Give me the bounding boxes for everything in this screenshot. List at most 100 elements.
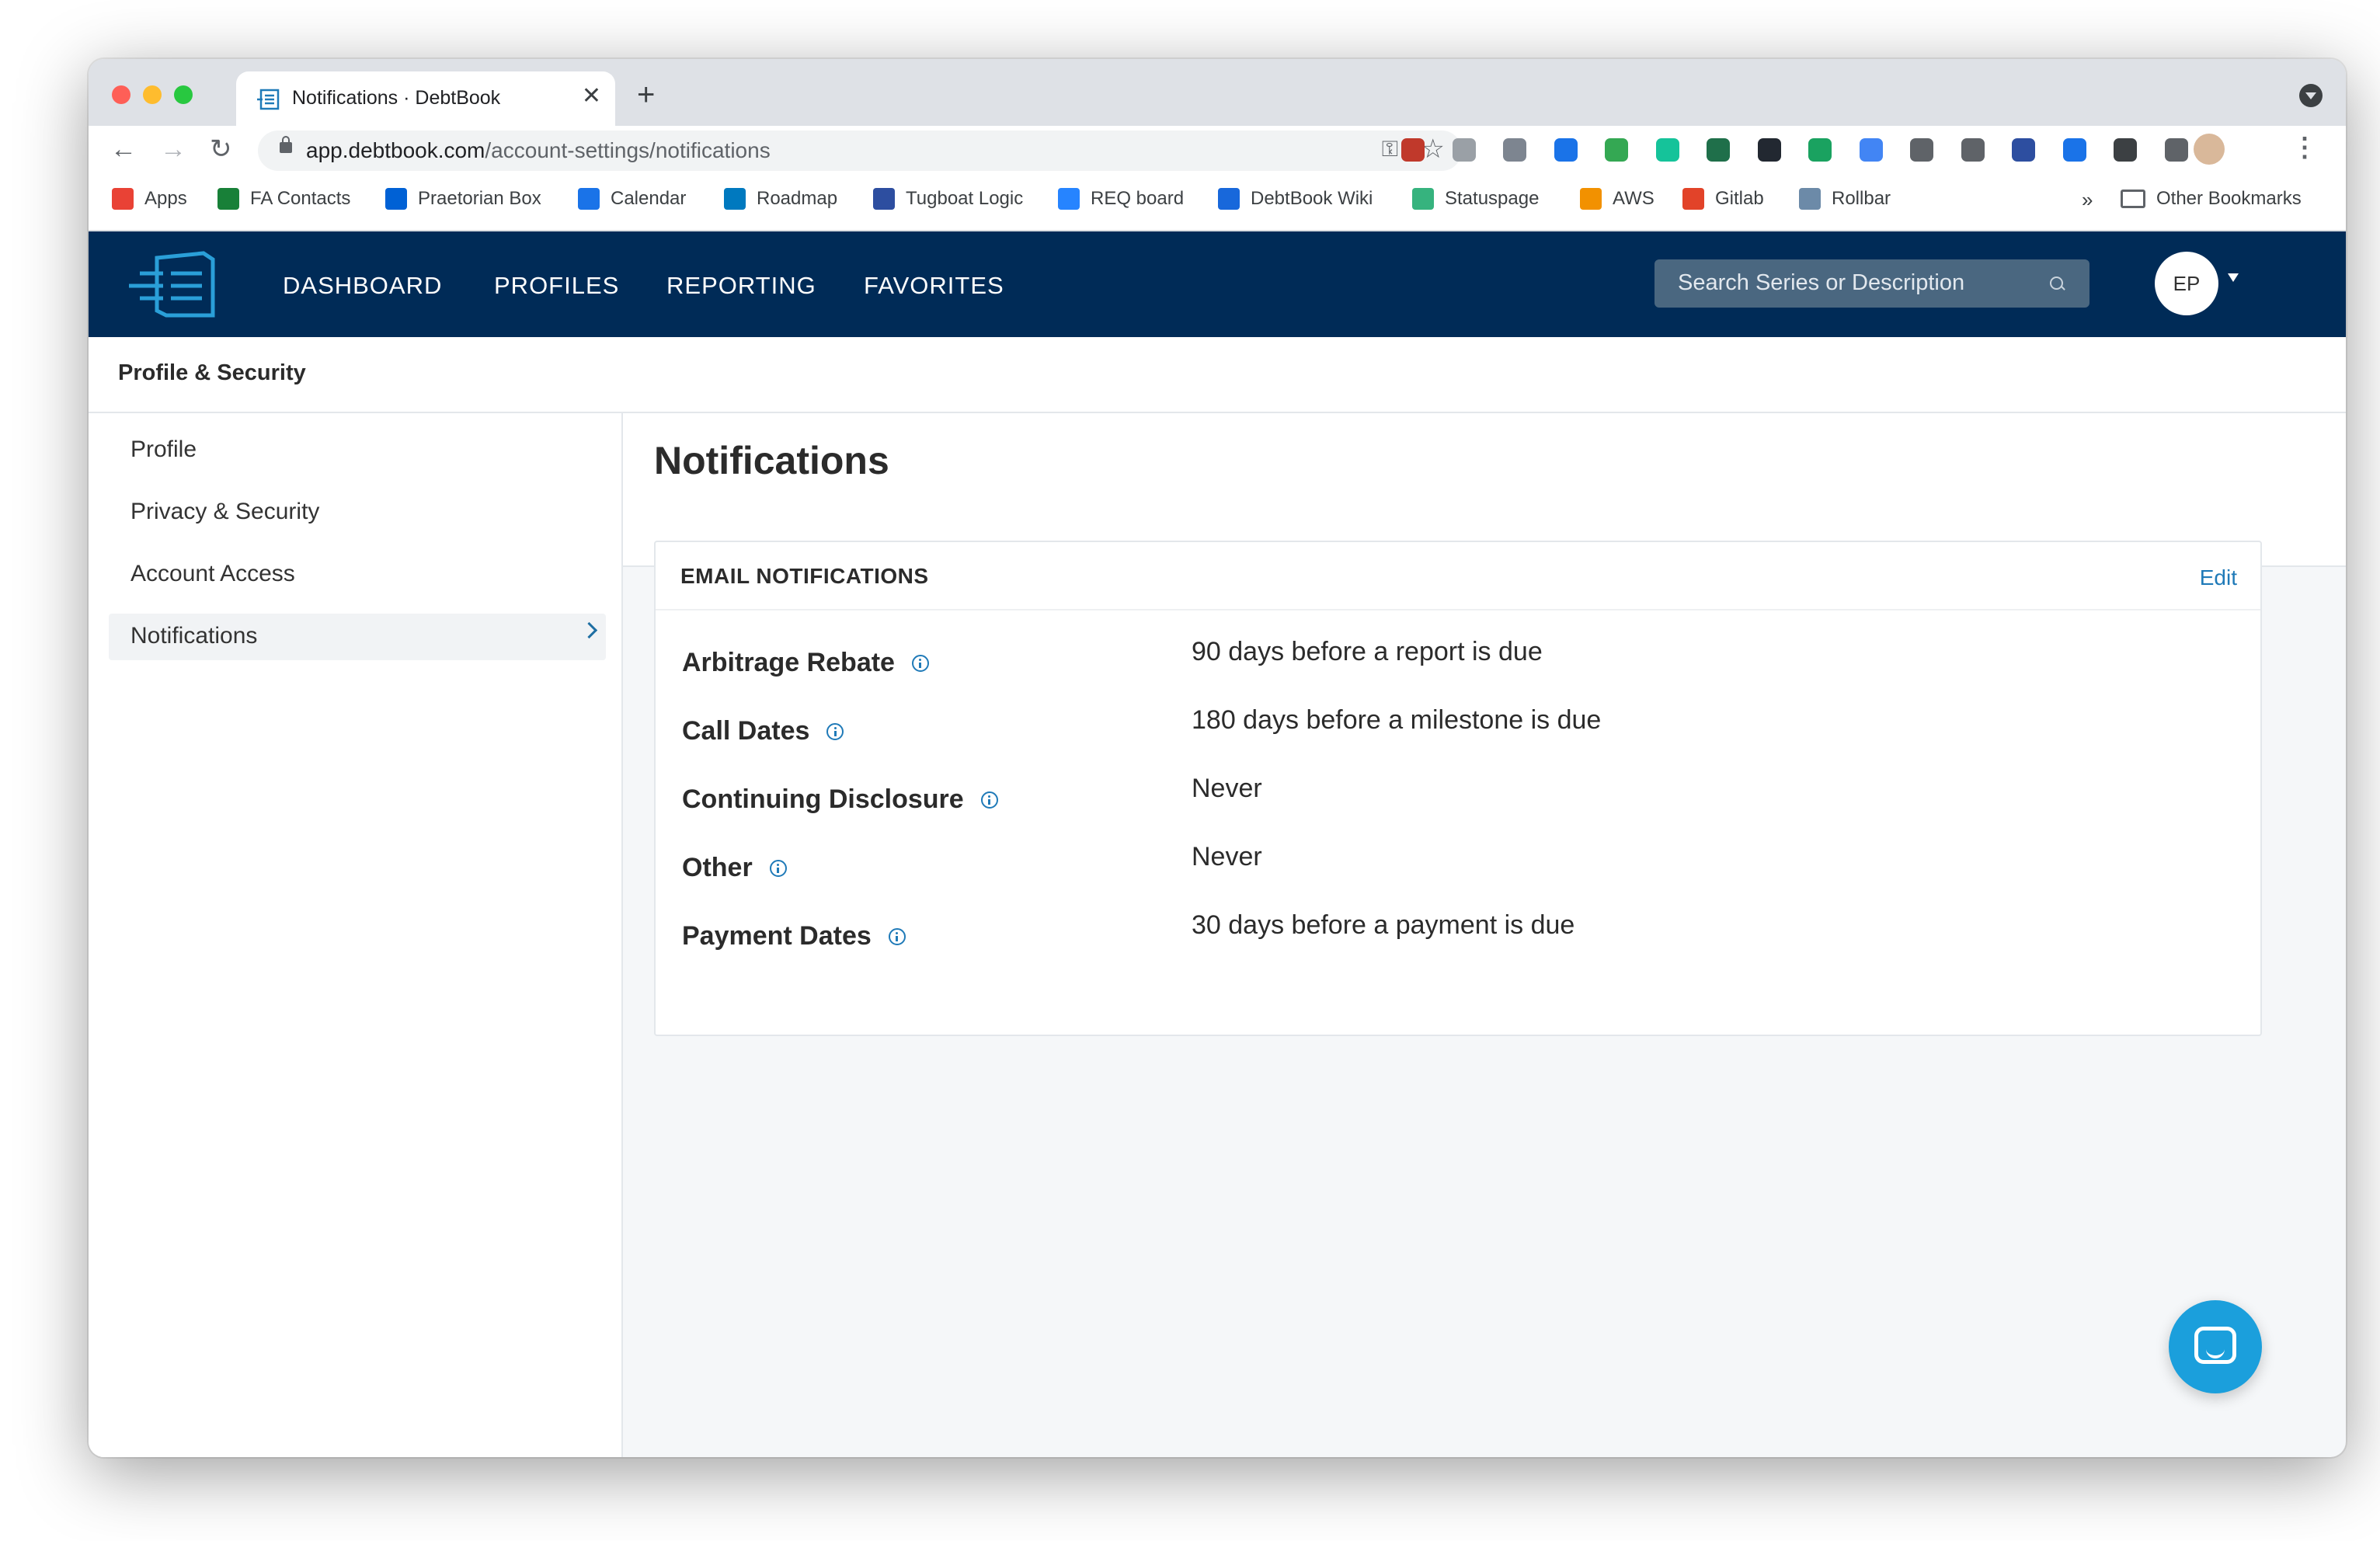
info-icon[interactable] [911,654,929,672]
grammarly-ext-icon[interactable] [1655,138,1679,162]
key-icon[interactable]: ⚿ [1382,137,1398,162]
folder-icon [2121,190,2145,208]
bookmark-praetorian-box[interactable]: Praetorian Box [385,188,541,210]
bookmark-label: Apps [144,188,187,209]
bookmark-label: Tugboat Logic [906,188,1024,209]
debtbook-logo-icon[interactable] [126,250,216,318]
brave-ext-icon[interactable] [2114,138,2137,162]
wordpress-ext-icon[interactable] [1910,138,1933,162]
other-bookmarks[interactable]: Other Bookmarks [2121,188,2302,210]
bookmarks-overflow-icon[interactable]: » [2082,188,2093,212]
url-text: app.debtbook.com/account-settings/notifi… [306,138,771,163]
nav-profiles[interactable]: PROFILES [494,272,619,300]
row-value-call-dates: 180 days before a milestone is due [1192,705,1602,735]
bookmark-label: Praetorian Box [418,188,541,209]
card-header: EMAIL NOTIFICATIONS Edit [656,542,2260,610]
forward-icon[interactable]: → [160,134,186,165]
browser-toolbar: ← → ↻ app.debtbook.com/account-settings/… [89,126,2346,174]
bookmark-gitlab[interactable]: Gitlab [1682,188,1764,210]
tab-search-icon[interactable] [2299,84,2323,107]
bookmark-label: DebtBook Wiki [1251,188,1373,209]
gear-ext-icon[interactable] [1503,138,1526,162]
puzzle-ext-icon[interactable] [2164,138,2188,162]
avatar[interactable]: EP [2155,252,2218,315]
bookmark-label: Calendar [611,188,687,209]
search-icon[interactable] [2050,277,2063,290]
browser-tab[interactable]: Notifications · DebtBook ✕ [236,71,615,126]
info-icon[interactable] [769,859,787,877]
sidebar-item-notifications[interactable]: Notifications [109,614,606,660]
bookmark-debtbook-wiki[interactable]: DebtBook Wiki [1218,188,1373,210]
chevron-down-icon[interactable] [2228,273,2239,282]
code-ext-icon[interactable] [1961,138,1985,162]
edit-button[interactable]: Edit [2200,565,2237,590]
nav-reporting[interactable]: REPORTING [666,272,816,300]
react-ext-icon[interactable] [1757,138,1781,162]
info-icon[interactable] [980,791,998,809]
bookmark-apps[interactable]: Apps [112,188,187,210]
search-placeholder: Search Series or Description [1678,270,1965,295]
info-icon[interactable] [826,722,844,740]
row-label-continuing-disclosure: Continuing Disclosure [682,784,998,815]
nav-favorites[interactable]: FAVORITES [864,272,1004,300]
drive-ext-icon[interactable] [1605,138,1628,162]
row-value-other: Never [1192,842,1262,871]
sidebar-item-privacy-security[interactable]: Privacy & Security [109,489,606,536]
chat-button[interactable] [2169,1300,2262,1393]
sidebar-item-account-access[interactable]: Account Access [109,551,606,598]
bookmark-star-icon[interactable]: ☆ [1421,134,1445,165]
minimize-window-button[interactable] [143,85,162,104]
url-domain: app.debtbook.com [306,138,485,162]
eye-ext-icon[interactable] [1401,138,1425,162]
back-icon[interactable]: ← [110,134,137,165]
browser-menu-icon[interactable]: ⋮ [2291,132,2318,163]
maximize-window-button[interactable] [174,85,193,104]
sheets-icon [217,188,239,210]
address-bar[interactable]: app.debtbook.com/account-settings/notifi… [258,130,1462,171]
close-window-button[interactable] [112,85,130,104]
rollbar-icon [1799,188,1821,210]
shield-icon [873,188,895,210]
bookmark-roadmap[interactable]: Roadmap [724,188,837,210]
new-tab-button[interactable]: + [637,79,655,110]
chevron-right-icon [580,621,598,639]
tab-close-icon[interactable]: ✕ [582,82,601,110]
profile-avatar-icon[interactable] [2194,134,2225,165]
browser-window: Notifications · DebtBook ✕ + ← → ↻ app.d… [89,59,2346,1457]
cashier-ext-icon[interactable] [1452,138,1476,162]
email-notifications-card: EMAIL NOTIFICATIONS Edit Arbitrage Rebat… [654,541,2262,1036]
bookmark-label: Rollbar [1832,188,1891,209]
row-label-text: Arbitrage Rebate [682,648,895,677]
lock-icon [280,136,292,153]
section-title: Profile & Security [118,360,306,385]
row-value-continuing-disclosure: Never [1192,774,1262,803]
v-ext-icon[interactable] [1554,138,1578,162]
sidebar-item-profile[interactable]: Profile [109,427,606,474]
bookmark-fa-contacts[interactable]: FA Contacts [217,188,350,210]
blue-ext-icon[interactable] [1859,138,1883,162]
search-input[interactable]: Search Series or Description [1655,259,2089,308]
row-label-other: Other [682,853,787,883]
bookmark-statuspage[interactable]: Statuspage [1412,188,1539,210]
bookmark-req-board[interactable]: REQ board [1058,188,1184,210]
bookmark-tugboat-logic[interactable]: Tugboat Logic [873,188,1023,210]
row-label-text: Other [682,853,753,882]
green-ext-icon[interactable] [1808,138,1832,162]
bookmark-calendar[interactable]: Calendar [578,188,686,210]
tab-ext-icon[interactable] [2062,138,2086,162]
s-ext-icon[interactable] [1707,138,1730,162]
info-icon[interactable] [888,927,906,945]
shield-ext-icon[interactable] [2012,138,2035,162]
reload-icon[interactable]: ↻ [210,134,232,165]
bookmark-aws[interactable]: AWS [1580,188,1655,210]
nav-dashboard[interactable]: DASHBOARD [283,272,442,300]
app-header: DASHBOARD PROFILES REPORTING FAVORITES S… [89,231,2346,337]
bookmark-rollbar[interactable]: Rollbar [1799,188,1891,210]
url-path: /account-settings/notifications [485,138,771,162]
page-title: Notifications [654,439,889,482]
sidebar-item-label: Notifications [130,623,258,649]
bookmarks-bar: Apps FA Contacts Praetorian Box Calendar Roa… [89,174,2346,231]
bookmark-label: REQ board [1091,188,1185,209]
bookmark-label: AWS [1613,188,1655,209]
debtbook-favicon-icon [257,89,280,110]
